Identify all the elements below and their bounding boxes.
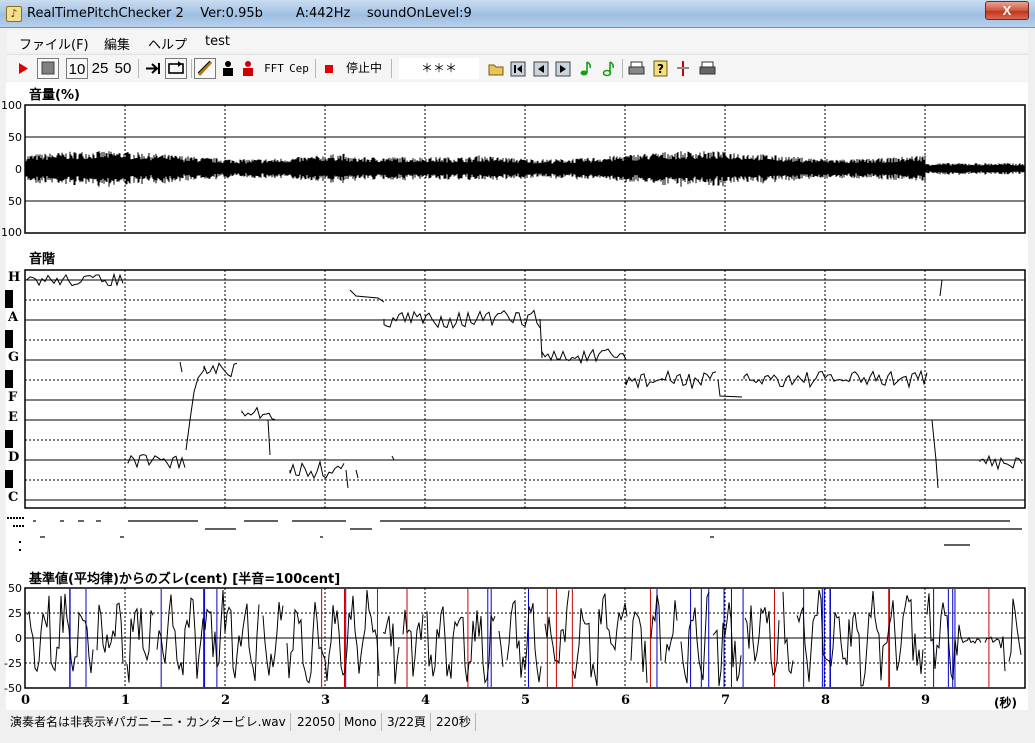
scale-plot-frame (24, 269, 1026, 509)
timeline-tick (19, 517, 21, 519)
app-window: ♪ RealTimePitchChecker 2 Ver:0.95b A:442… (0, 0, 1035, 743)
status-rate: 22050 (293, 713, 341, 731)
timeline-tick (16, 517, 18, 519)
timeline-tick (13, 517, 15, 519)
timeline-tick (19, 541, 21, 543)
timeline-tick (22, 517, 24, 519)
timeline-tick (10, 517, 12, 519)
status-channels: Mono (340, 713, 382, 731)
timeline-tick (16, 525, 18, 527)
timeline-tick (19, 549, 21, 551)
pitch-graph[interactable] (0, 0, 1035, 710)
status-page: 3/22頁 (383, 713, 431, 731)
timeline-tick (7, 517, 9, 519)
timeline-tick (22, 525, 24, 527)
timeline-tick (19, 525, 21, 527)
status-duration: 220秒 (432, 713, 476, 731)
status-bar: 演奏者名は非表示¥パガニーニ・カンタービレ.wav 22050 Mono 3/2… (0, 710, 1035, 743)
status-file: 演奏者名は非表示¥パガニーニ・カンタービレ.wav (6, 713, 291, 731)
timeline-strip (25, 510, 1025, 556)
timeline-tick (13, 525, 15, 527)
